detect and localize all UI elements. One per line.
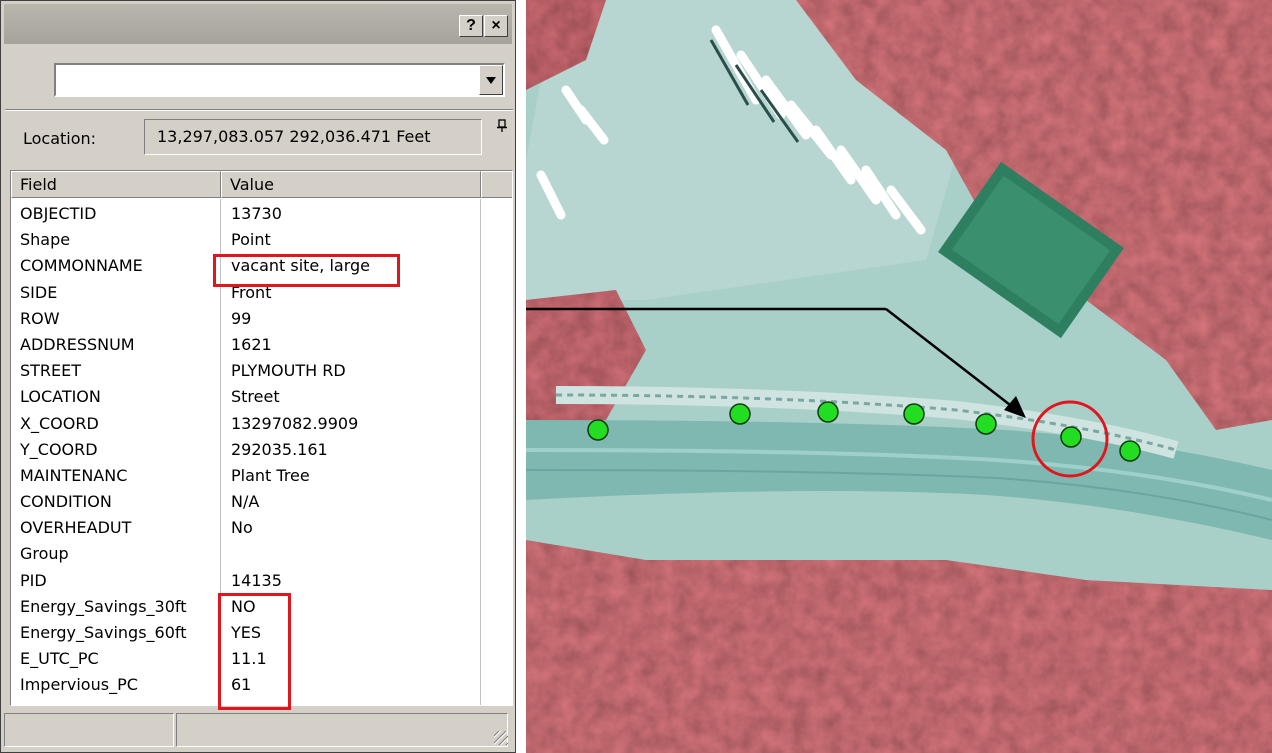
aerial-image — [526, 0, 1272, 753]
tree-point — [587, 419, 609, 441]
field-name: Impervious_PC — [20, 675, 138, 695]
pin-icon[interactable] — [496, 119, 508, 133]
location-field[interactable]: 13,297,083.057 292,036.471 Feet — [144, 119, 482, 155]
tree-point — [903, 403, 925, 425]
field-name: Energy_Savings_60ft — [20, 623, 187, 642]
help-button[interactable]: ? — [459, 15, 483, 37]
table-row[interactable]: LOCATION Street — [11, 384, 512, 410]
field-value: 99 — [231, 308, 252, 328]
column-header-spacer — [481, 171, 512, 198]
table-row[interactable]: CONDITION N/A — [11, 489, 512, 515]
tree-point — [729, 403, 751, 425]
field-value: PLYMOUTH RD — [231, 361, 346, 381]
field-value: 13297082.9909 — [231, 413, 359, 433]
field-value: Plant Tree — [231, 465, 310, 485]
field-value: 13730 — [231, 204, 282, 223]
column-header-value[interactable]: Value — [221, 171, 481, 198]
table-row[interactable]: X_COORD 13297082.9909 — [11, 411, 512, 437]
table-row[interactable]: OVERHEADUT No — [11, 515, 512, 541]
column-header-field[interactable]: Field — [11, 171, 221, 198]
field-name: PID — [20, 570, 47, 590]
field-name: E_UTC_PC — [20, 649, 99, 669]
table-row[interactable]: OBJECTID 13730 — [11, 201, 512, 227]
panel-divider — [516, 0, 526, 753]
field-name: COMMONNAME — [20, 256, 143, 276]
field-name: Energy_Savings_30ft — [20, 596, 187, 616]
table-row[interactable]: Shape Point — [11, 227, 512, 253]
close-button[interactable]: × — [484, 15, 508, 37]
resize-grip-icon[interactable] — [494, 731, 508, 745]
field-name: Y_COORD — [20, 439, 98, 459]
table-row[interactable]: PID 14135 — [11, 568, 512, 594]
field-name: STREET — [20, 361, 82, 381]
tree-point — [975, 413, 997, 435]
field-value: 1621 — [231, 334, 272, 354]
field-name: MAINTENANC — [20, 465, 128, 485]
field-name: CONDITION — [20, 492, 112, 512]
status-bar — [4, 713, 512, 749]
highlight-energy-values — [218, 593, 291, 710]
aerial-map[interactable] — [526, 0, 1272, 753]
field-value: Point — [231, 230, 271, 250]
status-pane — [176, 713, 508, 747]
location-label: Location: — [23, 129, 97, 148]
chevron-down-icon — [486, 76, 496, 84]
tree-point — [817, 401, 839, 423]
tree-point — [1119, 440, 1141, 462]
table-row[interactable]: Group — [11, 541, 512, 567]
table-row[interactable]: ROW 99 — [11, 306, 512, 332]
field-name: ADDRESSNUM — [20, 334, 135, 354]
field-name: Shape — [20, 230, 71, 250]
separator — [5, 109, 513, 111]
field-value: 14135 — [231, 570, 282, 590]
field-value: No — [231, 518, 253, 538]
field-name: ROW — [20, 308, 60, 328]
field-value: N/A — [231, 492, 260, 512]
field-name: X_COORD — [20, 413, 99, 433]
layer-dropdown[interactable] — [54, 63, 505, 97]
table-row[interactable]: Y_COORD 292035.161 — [11, 437, 512, 463]
field-value: 292035.161 — [231, 439, 328, 459]
identify-panel: ? × Location: 13,297,083.057 292,036.471… — [0, 0, 516, 753]
table-row[interactable]: ADDRESSNUM 1621 — [11, 332, 512, 358]
field-name: LOCATION — [20, 387, 101, 407]
table-row[interactable]: MAINTENANC Plant Tree — [11, 463, 512, 489]
field-name: Group — [20, 544, 69, 564]
table-header: Field Value — [11, 171, 512, 199]
title-bar[interactable]: ? × — [4, 4, 512, 44]
field-name: OVERHEADUT — [20, 518, 132, 538]
dropdown-arrow-button[interactable] — [479, 65, 503, 95]
table-row[interactable]: STREET PLYMOUTH RD — [11, 358, 512, 384]
field-value: Street — [231, 387, 280, 407]
field-name: SIDE — [20, 282, 58, 302]
status-pane — [4, 713, 174, 747]
tree-point-selected — [1060, 426, 1082, 448]
highlight-commonname — [213, 254, 400, 287]
field-name: OBJECTID — [20, 204, 97, 223]
